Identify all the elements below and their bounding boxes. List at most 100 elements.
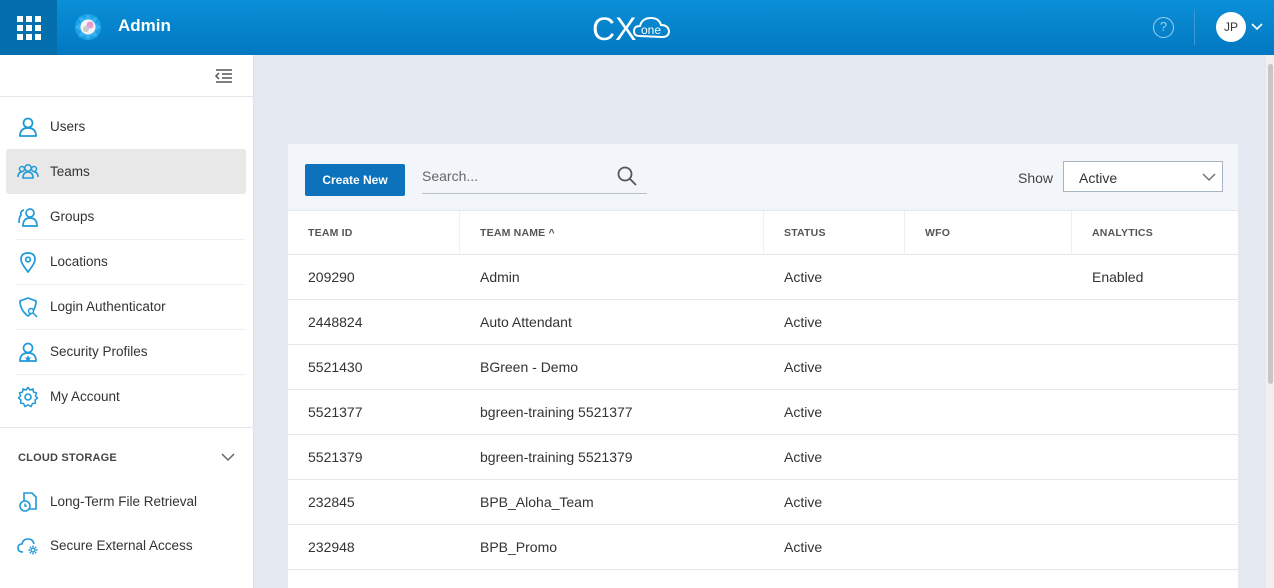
cell-wfo <box>905 390 925 435</box>
column-header-team-id[interactable]: TEAM ID <box>288 211 460 255</box>
sidebar-item-label: Login Authenticator <box>50 299 166 314</box>
admin-logo-icon <box>75 14 101 40</box>
show-filter-label: Show <box>1018 170 1054 186</box>
cell-wfo <box>905 345 925 390</box>
sidebar-item-groups[interactable]: Groups <box>6 194 246 239</box>
table-header: TEAM ID TEAM NAME ^ STATUS WFO ANALYTICS <box>288 211 1238 255</box>
create-new-button[interactable]: Create New <box>305 164 405 196</box>
cell-wfo <box>905 435 925 480</box>
cell-team-name: BPB_Promo <box>480 539 558 555</box>
sidebar-item-security-profiles[interactable]: Security Profiles <box>6 329 246 374</box>
search-input[interactable] <box>422 164 602 188</box>
table-row[interactable]: 209290 Admin Active Enabled <box>288 255 1238 300</box>
cell-status: Active <box>784 359 823 375</box>
sidebar-item-my-account[interactable]: My Account <box>6 374 246 419</box>
cell-team-name: bgreen-training 5521379 <box>480 449 633 465</box>
cell-analytics <box>1072 345 1092 390</box>
cell-status: Active <box>784 314 823 330</box>
cell-status: Active <box>784 449 823 465</box>
column-header-team-name[interactable]: TEAM NAME ^ <box>460 211 764 255</box>
collapse-menu-icon[interactable] <box>214 68 234 84</box>
cell-wfo <box>905 300 925 345</box>
sidebar-item-label: My Account <box>50 389 120 404</box>
cell-team-id: 232845 <box>308 494 355 510</box>
cell-team-name: bgreen-training 5521377 <box>480 404 633 420</box>
cell-status: Active <box>784 404 823 420</box>
cell-team-name: BPB_Aloha_Team <box>480 494 594 510</box>
table-row[interactable]: 5521430 BGreen - Demo Active <box>288 345 1238 390</box>
apps-grid-icon <box>16 15 41 40</box>
search-box <box>422 160 647 194</box>
table-row[interactable]: 5521377 bgreen-training 5521377 Active <box>288 390 1238 435</box>
table-row[interactable]: 232845 BPB_Aloha_Team Active <box>288 480 1238 525</box>
sidebar-item-users[interactable]: Users <box>6 104 246 149</box>
column-header-analytics[interactable]: ANALYTICS <box>1072 211 1238 255</box>
sidebar-divider <box>0 96 254 97</box>
cloud-storage-heading[interactable]: CLOUD STORAGE <box>18 452 117 464</box>
cell-wfo <box>905 525 925 570</box>
column-header-label: TEAM NAME <box>480 227 546 239</box>
chevron-down-icon[interactable] <box>220 451 236 463</box>
sidebar-item-label: Groups <box>50 209 95 224</box>
cell-status: Active <box>784 494 823 510</box>
sidebar-item-teams[interactable]: Teams <box>6 149 246 194</box>
cell-team-id: 2448824 <box>308 314 363 330</box>
sidebar-item-locations[interactable]: Locations <box>6 239 246 284</box>
status-filter-value: Active <box>1079 170 1118 186</box>
sidebar-section-divider <box>0 427 254 428</box>
status-filter-select[interactable]: Active <box>1063 161 1223 192</box>
sidebar-item-label: Secure External Access <box>50 538 193 553</box>
search-icon[interactable] <box>616 165 638 187</box>
cxone-logo: CX one <box>592 11 671 47</box>
sidebar-item-long-term-file-retrieval[interactable]: Long-Term File Retrieval <box>6 479 246 524</box>
chevron-down-icon[interactable] <box>1250 20 1264 34</box>
gear-icon <box>16 385 40 409</box>
cell-team-id: 5521379 <box>308 449 363 465</box>
user-avatar[interactable]: JP <box>1216 12 1246 42</box>
help-icon[interactable]: ? <box>1153 17 1174 38</box>
cell-analytics <box>1072 435 1092 480</box>
cell-team-id: 5521377 <box>308 404 363 420</box>
cell-status: Active <box>784 539 823 555</box>
svg-text:one: one <box>641 23 661 37</box>
cloud-gear-icon <box>16 534 40 558</box>
teams-panel: Create New Show Active TEAM ID TEAM NAME… <box>288 144 1238 588</box>
sidebar-item-label: Locations <box>50 254 108 269</box>
sidebar-item-label: Teams <box>50 164 90 179</box>
app-title: Admin <box>118 16 171 35</box>
cell-analytics: Enabled <box>1092 269 1144 285</box>
cell-analytics <box>1072 525 1092 570</box>
sidebar-item-label: Security Profiles <box>50 344 148 359</box>
cell-wfo <box>905 480 925 525</box>
column-header-wfo[interactable]: WFO <box>905 211 1072 255</box>
sort-ascending-icon: ^ <box>548 227 555 239</box>
sidebar-item-secure-external-access[interactable]: Secure External Access <box>6 523 246 568</box>
cell-wfo <box>905 255 925 300</box>
sidebar-item-login-authenticator[interactable]: Login Authenticator <box>6 284 246 329</box>
cell-analytics <box>1072 300 1092 345</box>
cell-team-id: 5521430 <box>308 359 363 375</box>
svg-text:CX: CX <box>592 11 636 47</box>
header-divider <box>1194 10 1195 45</box>
sidebar-item-label: Long-Term File Retrieval <box>50 494 198 509</box>
app-launcher-button[interactable] <box>0 0 57 55</box>
sidebar-item-label: Users <box>50 119 86 134</box>
chevron-down-icon <box>1202 173 1216 181</box>
column-header-status[interactable]: STATUS <box>764 211 905 255</box>
cell-analytics <box>1072 480 1092 525</box>
cell-team-id: 232948 <box>308 539 355 555</box>
cell-team-id: 209290 <box>308 269 355 285</box>
sidebar: Users Teams Groups Locations Login Authe… <box>0 55 254 588</box>
table-row[interactable]: 5521379 bgreen-training 5521379 Active <box>288 435 1238 480</box>
table-row[interactable]: 232948 BPB_Promo Active <box>288 525 1238 570</box>
table-row[interactable]: 2448824 Auto Attendant Active <box>288 300 1238 345</box>
table-toolbar: Create New Show Active <box>288 144 1238 211</box>
user-icon <box>16 115 40 139</box>
cell-team-name: Admin <box>480 269 520 285</box>
location-pin-icon <box>16 250 40 274</box>
cell-status: Active <box>784 269 823 285</box>
cell-analytics <box>1072 390 1092 435</box>
security-profile-icon <box>16 340 40 364</box>
page-scrollbar-thumb[interactable] <box>1268 64 1273 384</box>
cell-team-name: Auto Attendant <box>480 314 572 330</box>
